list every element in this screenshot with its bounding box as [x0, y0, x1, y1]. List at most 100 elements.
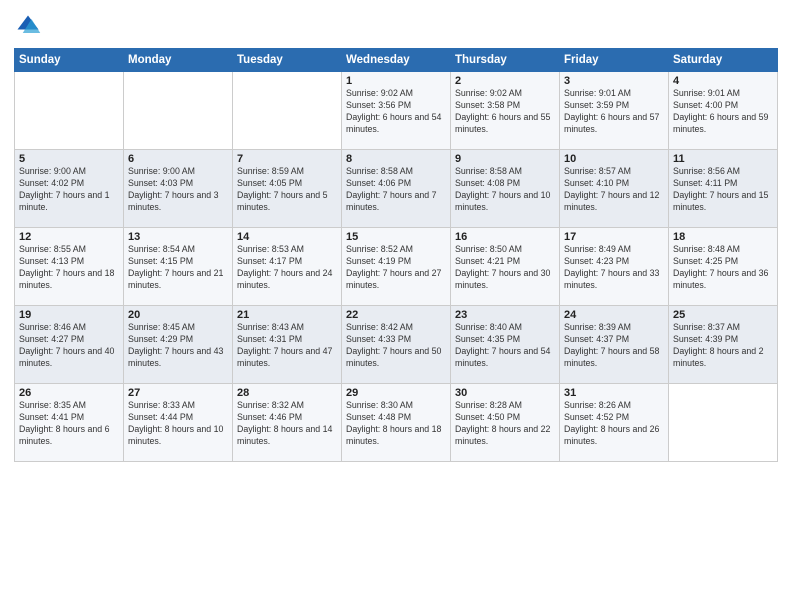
weekday-header-sunday: Sunday [15, 49, 124, 72]
day-number: 23 [455, 309, 555, 321]
day-cell: 19 Sunrise: 8:46 AM Sunset: 4:27 PM Dayl… [15, 306, 124, 384]
day-cell [124, 72, 233, 150]
day-cell: 4 Sunrise: 9:01 AM Sunset: 4:00 PM Dayli… [669, 72, 778, 150]
day-cell: 7 Sunrise: 8:59 AM Sunset: 4:05 PM Dayli… [233, 150, 342, 228]
day-info: Sunrise: 8:32 AM Sunset: 4:46 PM Dayligh… [237, 400, 337, 448]
day-cell [669, 384, 778, 462]
day-cell: 24 Sunrise: 8:39 AM Sunset: 4:37 PM Dayl… [560, 306, 669, 384]
calendar-table: SundayMondayTuesdayWednesdayThursdayFrid… [14, 48, 778, 462]
day-number: 5 [19, 153, 119, 165]
day-info: Sunrise: 8:48 AM Sunset: 4:25 PM Dayligh… [673, 244, 773, 292]
day-cell: 5 Sunrise: 9:00 AM Sunset: 4:02 PM Dayli… [15, 150, 124, 228]
calendar-week-4: 19 Sunrise: 8:46 AM Sunset: 4:27 PM Dayl… [15, 306, 778, 384]
day-number: 17 [564, 231, 664, 243]
day-cell: 1 Sunrise: 9:02 AM Sunset: 3:56 PM Dayli… [342, 72, 451, 150]
day-info: Sunrise: 9:00 AM Sunset: 4:03 PM Dayligh… [128, 166, 228, 214]
day-info: Sunrise: 8:40 AM Sunset: 4:35 PM Dayligh… [455, 322, 555, 370]
weekday-header-wednesday: Wednesday [342, 49, 451, 72]
day-info: Sunrise: 8:33 AM Sunset: 4:44 PM Dayligh… [128, 400, 228, 448]
day-info: Sunrise: 8:42 AM Sunset: 4:33 PM Dayligh… [346, 322, 446, 370]
day-number: 2 [455, 75, 555, 87]
day-info: Sunrise: 8:58 AM Sunset: 4:08 PM Dayligh… [455, 166, 555, 214]
day-info: Sunrise: 8:54 AM Sunset: 4:15 PM Dayligh… [128, 244, 228, 292]
day-number: 18 [673, 231, 773, 243]
day-number: 9 [455, 153, 555, 165]
day-info: Sunrise: 9:02 AM Sunset: 3:58 PM Dayligh… [455, 88, 555, 136]
day-number: 31 [564, 387, 664, 399]
day-number: 8 [346, 153, 446, 165]
day-info: Sunrise: 8:35 AM Sunset: 4:41 PM Dayligh… [19, 400, 119, 448]
day-cell: 11 Sunrise: 8:56 AM Sunset: 4:11 PM Dayl… [669, 150, 778, 228]
day-number: 21 [237, 309, 337, 321]
day-cell: 9 Sunrise: 8:58 AM Sunset: 4:08 PM Dayli… [451, 150, 560, 228]
day-number: 24 [564, 309, 664, 321]
day-cell: 18 Sunrise: 8:48 AM Sunset: 4:25 PM Dayl… [669, 228, 778, 306]
day-number: 30 [455, 387, 555, 399]
day-cell: 10 Sunrise: 8:57 AM Sunset: 4:10 PM Dayl… [560, 150, 669, 228]
day-cell: 26 Sunrise: 8:35 AM Sunset: 4:41 PM Dayl… [15, 384, 124, 462]
day-number: 11 [673, 153, 773, 165]
day-info: Sunrise: 9:00 AM Sunset: 4:02 PM Dayligh… [19, 166, 119, 214]
day-cell [233, 72, 342, 150]
day-info: Sunrise: 8:46 AM Sunset: 4:27 PM Dayligh… [19, 322, 119, 370]
day-cell: 15 Sunrise: 8:52 AM Sunset: 4:19 PM Dayl… [342, 228, 451, 306]
day-cell: 22 Sunrise: 8:42 AM Sunset: 4:33 PM Dayl… [342, 306, 451, 384]
day-cell: 16 Sunrise: 8:50 AM Sunset: 4:21 PM Dayl… [451, 228, 560, 306]
day-info: Sunrise: 8:57 AM Sunset: 4:10 PM Dayligh… [564, 166, 664, 214]
day-number: 16 [455, 231, 555, 243]
day-info: Sunrise: 8:30 AM Sunset: 4:48 PM Dayligh… [346, 400, 446, 448]
day-info: Sunrise: 8:39 AM Sunset: 4:37 PM Dayligh… [564, 322, 664, 370]
day-cell: 30 Sunrise: 8:28 AM Sunset: 4:50 PM Dayl… [451, 384, 560, 462]
calendar-week-2: 5 Sunrise: 9:00 AM Sunset: 4:02 PM Dayli… [15, 150, 778, 228]
calendar-week-1: 1 Sunrise: 9:02 AM Sunset: 3:56 PM Dayli… [15, 72, 778, 150]
weekday-header-thursday: Thursday [451, 49, 560, 72]
day-info: Sunrise: 9:02 AM Sunset: 3:56 PM Dayligh… [346, 88, 446, 136]
weekday-header-row: SundayMondayTuesdayWednesdayThursdayFrid… [15, 49, 778, 72]
day-number: 13 [128, 231, 228, 243]
day-info: Sunrise: 8:43 AM Sunset: 4:31 PM Dayligh… [237, 322, 337, 370]
day-cell: 25 Sunrise: 8:37 AM Sunset: 4:39 PM Dayl… [669, 306, 778, 384]
day-number: 4 [673, 75, 773, 87]
day-number: 7 [237, 153, 337, 165]
day-info: Sunrise: 8:56 AM Sunset: 4:11 PM Dayligh… [673, 166, 773, 214]
day-number: 3 [564, 75, 664, 87]
day-cell: 27 Sunrise: 8:33 AM Sunset: 4:44 PM Dayl… [124, 384, 233, 462]
day-info: Sunrise: 8:49 AM Sunset: 4:23 PM Dayligh… [564, 244, 664, 292]
day-cell: 17 Sunrise: 8:49 AM Sunset: 4:23 PM Dayl… [560, 228, 669, 306]
day-number: 27 [128, 387, 228, 399]
day-cell: 13 Sunrise: 8:54 AM Sunset: 4:15 PM Dayl… [124, 228, 233, 306]
day-number: 15 [346, 231, 446, 243]
day-cell: 6 Sunrise: 9:00 AM Sunset: 4:03 PM Dayli… [124, 150, 233, 228]
day-info: Sunrise: 8:28 AM Sunset: 4:50 PM Dayligh… [455, 400, 555, 448]
day-info: Sunrise: 8:45 AM Sunset: 4:29 PM Dayligh… [128, 322, 228, 370]
day-number: 12 [19, 231, 119, 243]
day-info: Sunrise: 8:53 AM Sunset: 4:17 PM Dayligh… [237, 244, 337, 292]
day-info: Sunrise: 8:59 AM Sunset: 4:05 PM Dayligh… [237, 166, 337, 214]
day-number: 14 [237, 231, 337, 243]
logo-icon [14, 12, 42, 40]
day-cell: 23 Sunrise: 8:40 AM Sunset: 4:35 PM Dayl… [451, 306, 560, 384]
day-number: 20 [128, 309, 228, 321]
day-info: Sunrise: 9:01 AM Sunset: 3:59 PM Dayligh… [564, 88, 664, 136]
day-cell: 21 Sunrise: 8:43 AM Sunset: 4:31 PM Dayl… [233, 306, 342, 384]
day-number: 29 [346, 387, 446, 399]
day-number: 25 [673, 309, 773, 321]
day-info: Sunrise: 8:37 AM Sunset: 4:39 PM Dayligh… [673, 322, 773, 370]
day-number: 10 [564, 153, 664, 165]
page-container: SundayMondayTuesdayWednesdayThursdayFrid… [0, 0, 792, 612]
day-cell: 28 Sunrise: 8:32 AM Sunset: 4:46 PM Dayl… [233, 384, 342, 462]
day-cell [15, 72, 124, 150]
day-number: 22 [346, 309, 446, 321]
day-cell: 31 Sunrise: 8:26 AM Sunset: 4:52 PM Dayl… [560, 384, 669, 462]
calendar-week-5: 26 Sunrise: 8:35 AM Sunset: 4:41 PM Dayl… [15, 384, 778, 462]
day-info: Sunrise: 8:58 AM Sunset: 4:06 PM Dayligh… [346, 166, 446, 214]
logo [14, 12, 46, 40]
day-cell: 29 Sunrise: 8:30 AM Sunset: 4:48 PM Dayl… [342, 384, 451, 462]
day-number: 28 [237, 387, 337, 399]
day-number: 26 [19, 387, 119, 399]
day-number: 19 [19, 309, 119, 321]
day-cell: 12 Sunrise: 8:55 AM Sunset: 4:13 PM Dayl… [15, 228, 124, 306]
weekday-header-friday: Friday [560, 49, 669, 72]
calendar-week-3: 12 Sunrise: 8:55 AM Sunset: 4:13 PM Dayl… [15, 228, 778, 306]
day-info: Sunrise: 8:55 AM Sunset: 4:13 PM Dayligh… [19, 244, 119, 292]
